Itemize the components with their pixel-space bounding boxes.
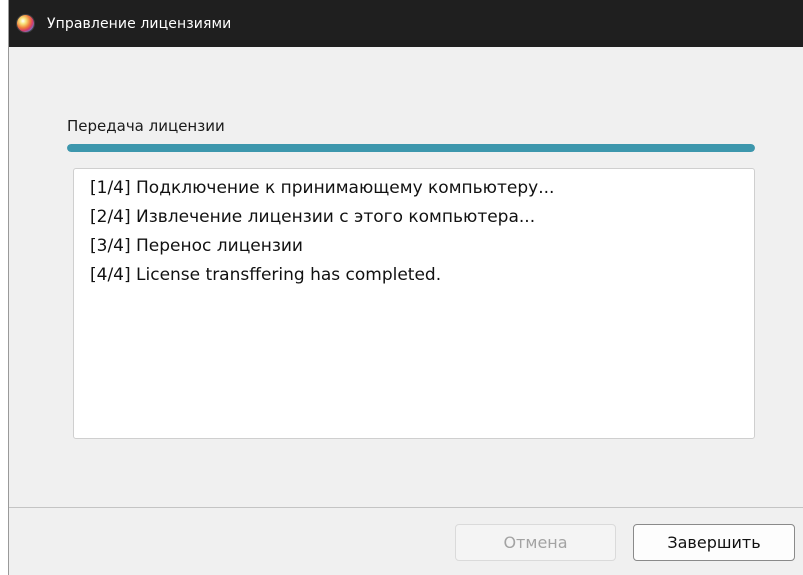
log-line: [2/4] Извлечение лицензии с этого компью…	[90, 207, 536, 227]
section-label: Передача лицензии	[67, 117, 225, 135]
log-line: [1/4] Подключение к принимающему компьют…	[90, 178, 555, 198]
dialog-content: Передача лицензии [1/4] Подключение к пр…	[9, 47, 803, 507]
title-bar[interactable]: Управление лицензиями	[9, 0, 803, 47]
finish-button[interactable]: Завершить	[633, 524, 795, 561]
log-box[interactable]: [1/4] Подключение к принимающему компьют…	[73, 168, 755, 439]
cancel-button[interactable]: Отмена	[455, 524, 616, 561]
progress-fill	[67, 144, 755, 152]
dialog-footer: Отмена Завершить	[9, 508, 803, 575]
color-wheel-icon	[17, 15, 34, 32]
log-line: [4/4] License transffering has completed…	[90, 265, 442, 285]
window-title: Управление лицензиями	[47, 15, 232, 32]
log-line: [3/4] Перенос лицензии	[90, 236, 303, 256]
progress-bar	[67, 144, 755, 152]
license-manager-window: Управление лицензиями Передача лицензии …	[8, 0, 803, 575]
